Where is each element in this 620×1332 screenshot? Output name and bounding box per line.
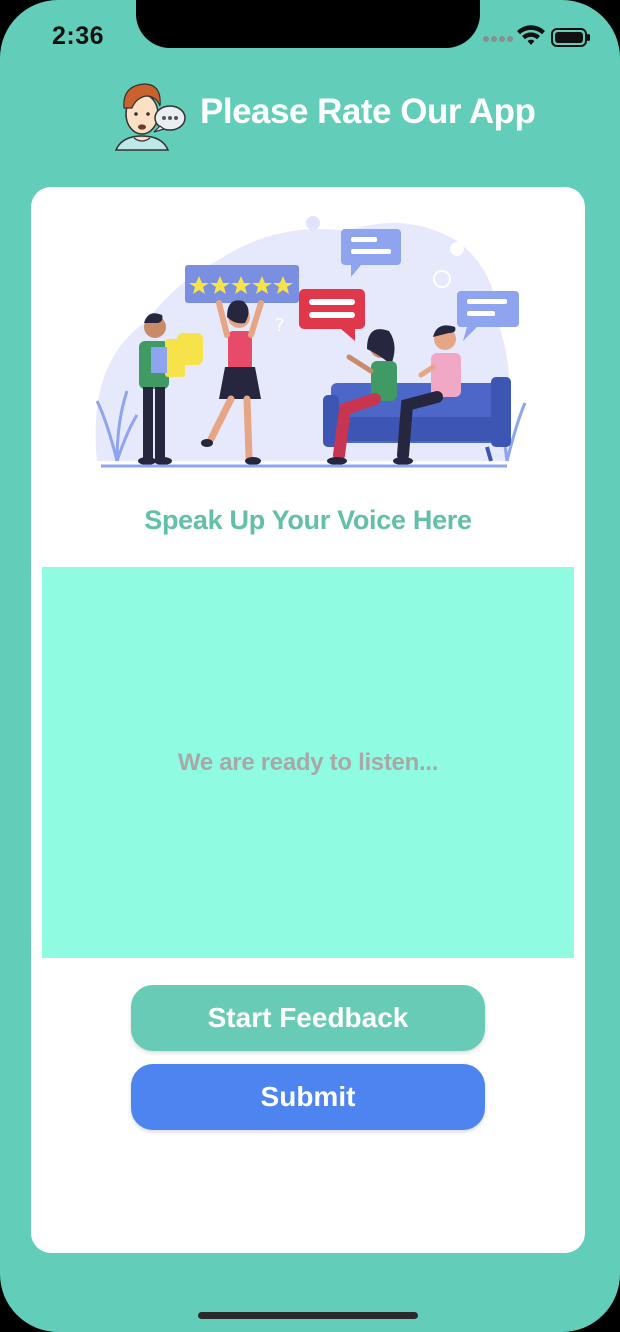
feedback-card: ? Speak Up Your Voice Here We are ready … [31,187,585,1253]
app-screen: 2:36 Please Rate Our App ? Speak Up Your… [0,0,620,1332]
cellular-dots-icon [483,36,513,42]
app-header: Please Rate Our App [0,74,620,154]
people-giving-feedback-illustration: ? [87,199,531,480]
wifi-icon [517,25,545,45]
page-title: Please Rate Our App [200,92,536,131]
card-subtitle: Speak Up Your Voice Here [144,505,472,535]
home-indicator[interactable] [198,1312,418,1319]
device-notch [136,0,480,48]
status-icons [482,24,592,52]
battery-icon [551,28,590,47]
submit-button[interactable]: Submit [131,1064,485,1130]
start-feedback-button[interactable]: Start Feedback [131,985,485,1051]
status-time: 2:36 [52,22,105,50]
speech-output-panel: We are ready to listen... [42,567,574,958]
svg-text:?: ? [275,315,285,336]
listen-placeholder: We are ready to listen... [177,748,439,776]
person-speech-bubble-icon [110,78,186,159]
